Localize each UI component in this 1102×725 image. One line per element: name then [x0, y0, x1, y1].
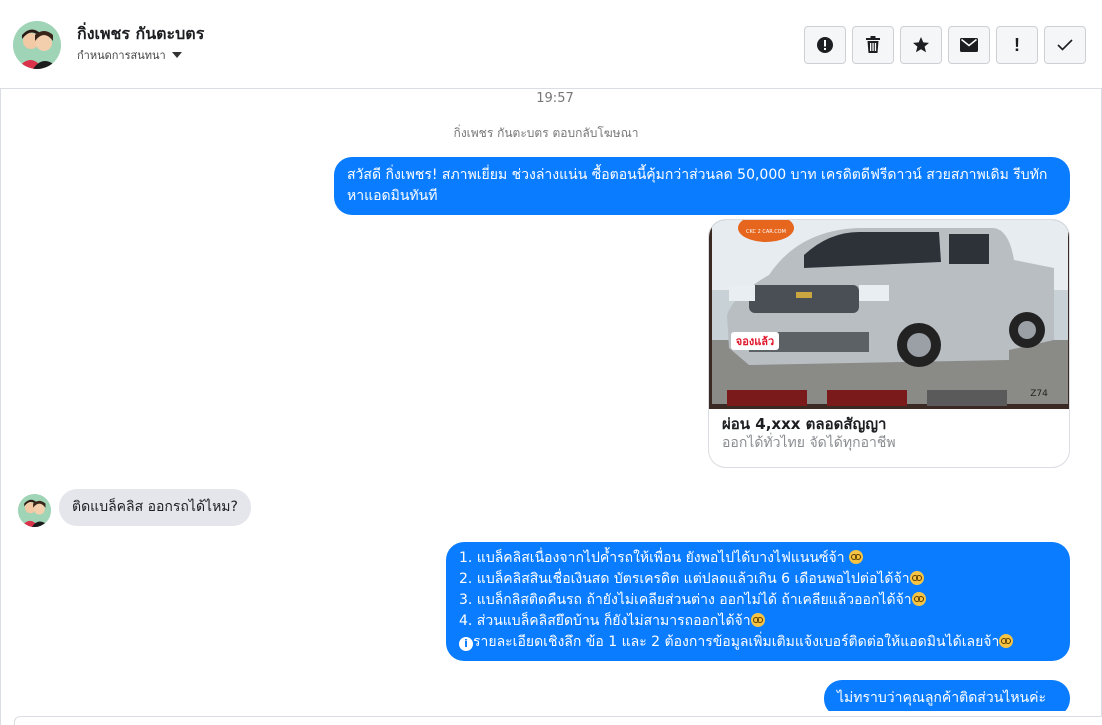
contact-name[interactable]: กิ่งเพชร กันตะบตร — [77, 22, 204, 47]
alert-circle-icon — [817, 37, 833, 53]
contact-avatar-small — [18, 494, 51, 527]
star-button[interactable] — [900, 26, 942, 64]
mark-spam-button[interactable] — [804, 26, 846, 64]
emoji-icon — [911, 592, 926, 606]
outgoing-message-list[interactable]: 1. แบล็คลิสเนื่องจากไปค้ำรถให้เพื่อน ยัง… — [446, 542, 1070, 661]
exclamation-icon: ! — [1014, 34, 1020, 55]
emoji-icon — [999, 634, 1014, 648]
ad-reply-note: กิ่งเพชร กันตะบตร ตอบกลับโฆษณา — [453, 126, 639, 140]
envelope-icon — [960, 38, 978, 52]
follow-up-button[interactable]: ! — [996, 26, 1038, 64]
emoji-icon — [750, 613, 765, 627]
emoji-icon — [909, 571, 924, 585]
mark-done-button[interactable] — [1044, 26, 1086, 64]
message-thread[interactable]: 19:57 กิ่งเพชร กันตะบตร ตอบกลับโฆษณา สวั… — [0, 89, 1102, 711]
ad-image-logo: CKC 2 CAR.COM — [746, 229, 786, 235]
ad-image-badge: จองแล้ว — [736, 335, 774, 348]
reply-line-4: 4. ส่วนแบล็คลิสยึดบ้าน ก็ยังไม่สามารถออก… — [459, 611, 1057, 632]
conversation-settings-label: กำหนดการสนทนา — [77, 49, 166, 62]
reply-line-5: i รายละเอียดเชิงลึก ข้อ 1 และ 2 ต้องการข้… — [459, 632, 1057, 653]
outgoing-message[interactable]: สวัสดี กิ่งเพชร! สภาพเยี่ยม ช่วงล่างแน่น… — [334, 157, 1070, 215]
ad-card-subtitle: ออกได้ทั่วไทย จัดได้ทุกอาชีพ — [722, 435, 896, 451]
mark-unread-button[interactable] — [948, 26, 990, 64]
conversation-settings-dropdown[interactable]: กำหนดการสนทนา — [77, 46, 182, 64]
message-timestamp: 19:57 — [536, 91, 574, 106]
ad-card[interactable]: CKC 2 CAR.COM จองแล้ว Z74 ผ่อน 4,xxx ตลอ… — [708, 219, 1070, 468]
reply-line-1: 1. แบล็คลิสเนื่องจากไปค้ำรถให้เพื่อน ยัง… — [459, 548, 1057, 569]
ad-image-code: Z74 — [1030, 389, 1048, 399]
reply-line-2: 2. แบล็คลิสสินเชื่อเงินสด บัตรเครดิต แต่… — [459, 569, 1057, 590]
message-composer[interactable] — [14, 716, 1102, 725]
trash-icon — [866, 36, 880, 53]
check-icon — [1057, 39, 1073, 51]
outgoing-message[interactable]: ไม่ทราบว่าคุณลูกค้าติดส่วนไหนค่ะ — [824, 680, 1070, 711]
reply-line-3: 3. แบล็กลิสติดคืนรถ ถ้ายังไม่เคลียส่วนต่… — [459, 590, 1057, 611]
star-icon — [913, 37, 929, 53]
emoji-icon — [849, 550, 864, 564]
caret-down-icon — [171, 52, 182, 58]
info-icon: i — [459, 637, 473, 651]
delete-button[interactable] — [852, 26, 894, 64]
conversation-actions: ! — [804, 26, 1086, 64]
contact-avatar[interactable] — [13, 21, 61, 69]
incoming-message[interactable]: ติดแบล็คลิส ออกรถได้ไหม? — [59, 489, 251, 526]
ad-image: CKC 2 CAR.COM จองแล้ว Z74 — [709, 220, 1069, 409]
conversation-header: กิ่งเพชร กันตะบตร กำหนดการสนทนา ! — [0, 0, 1102, 89]
